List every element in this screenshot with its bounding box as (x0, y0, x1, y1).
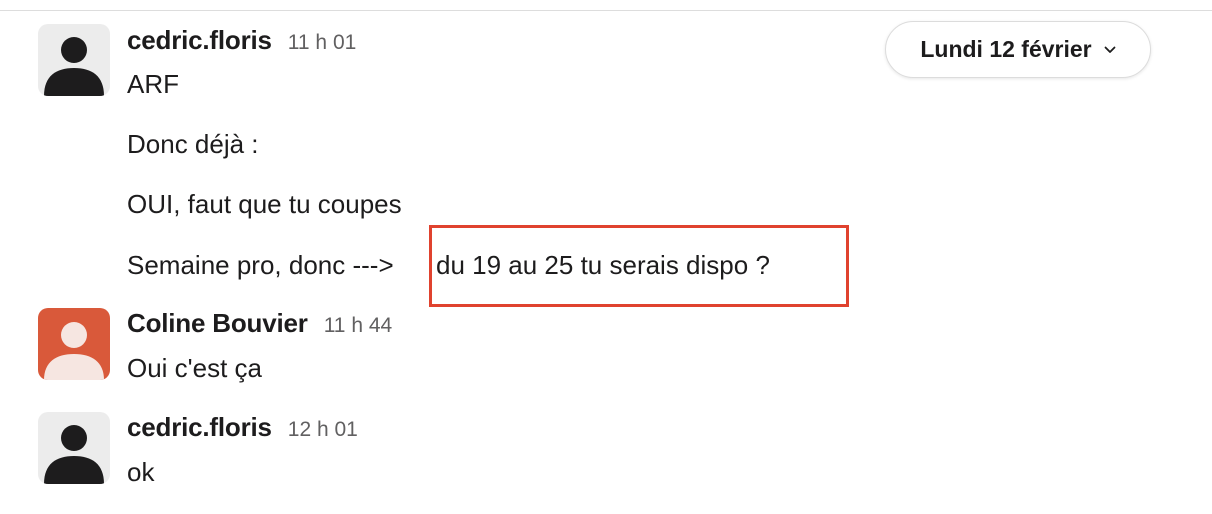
message-line: ARF (127, 69, 179, 99)
generic-user-avatar-icon (44, 37, 104, 96)
message-timestamp[interactable]: 12 h 01 (288, 418, 358, 442)
message-timestamp[interactable]: 11 h 44 (324, 314, 393, 338)
message-timestamp[interactable]: 11 h 01 (288, 31, 357, 55)
author-name[interactable]: Coline Bouvier (127, 308, 308, 339)
generic-user-avatar-icon (44, 425, 104, 484)
top-divider (0, 10, 1212, 11)
message-header: cedric.floris 11 h 01 (127, 25, 356, 56)
date-divider-button[interactable]: Lundi 12 février (885, 21, 1151, 78)
message-header: cedric.floris 12 h 01 (127, 412, 358, 443)
highlight-annotation-box (429, 225, 849, 307)
author-name[interactable]: cedric.floris (127, 412, 272, 443)
message-line-part: Semaine pro, donc ---> (127, 250, 394, 280)
avatar[interactable] (38, 308, 110, 380)
author-name[interactable]: cedric.floris (127, 25, 272, 56)
message-line: OUI, faut que tu coupes (127, 189, 402, 219)
message-line: Oui c'est ça (127, 353, 263, 383)
orange-user-avatar-icon (44, 322, 104, 380)
message-line: Donc déjà : (127, 129, 259, 159)
avatar[interactable] (38, 412, 110, 484)
date-label: Lundi 12 février (920, 36, 1092, 62)
chevron-down-icon (1104, 46, 1116, 53)
message-line: ok (127, 457, 155, 487)
message-header: Coline Bouvier 11 h 44 (127, 308, 392, 339)
avatar[interactable] (38, 24, 110, 96)
